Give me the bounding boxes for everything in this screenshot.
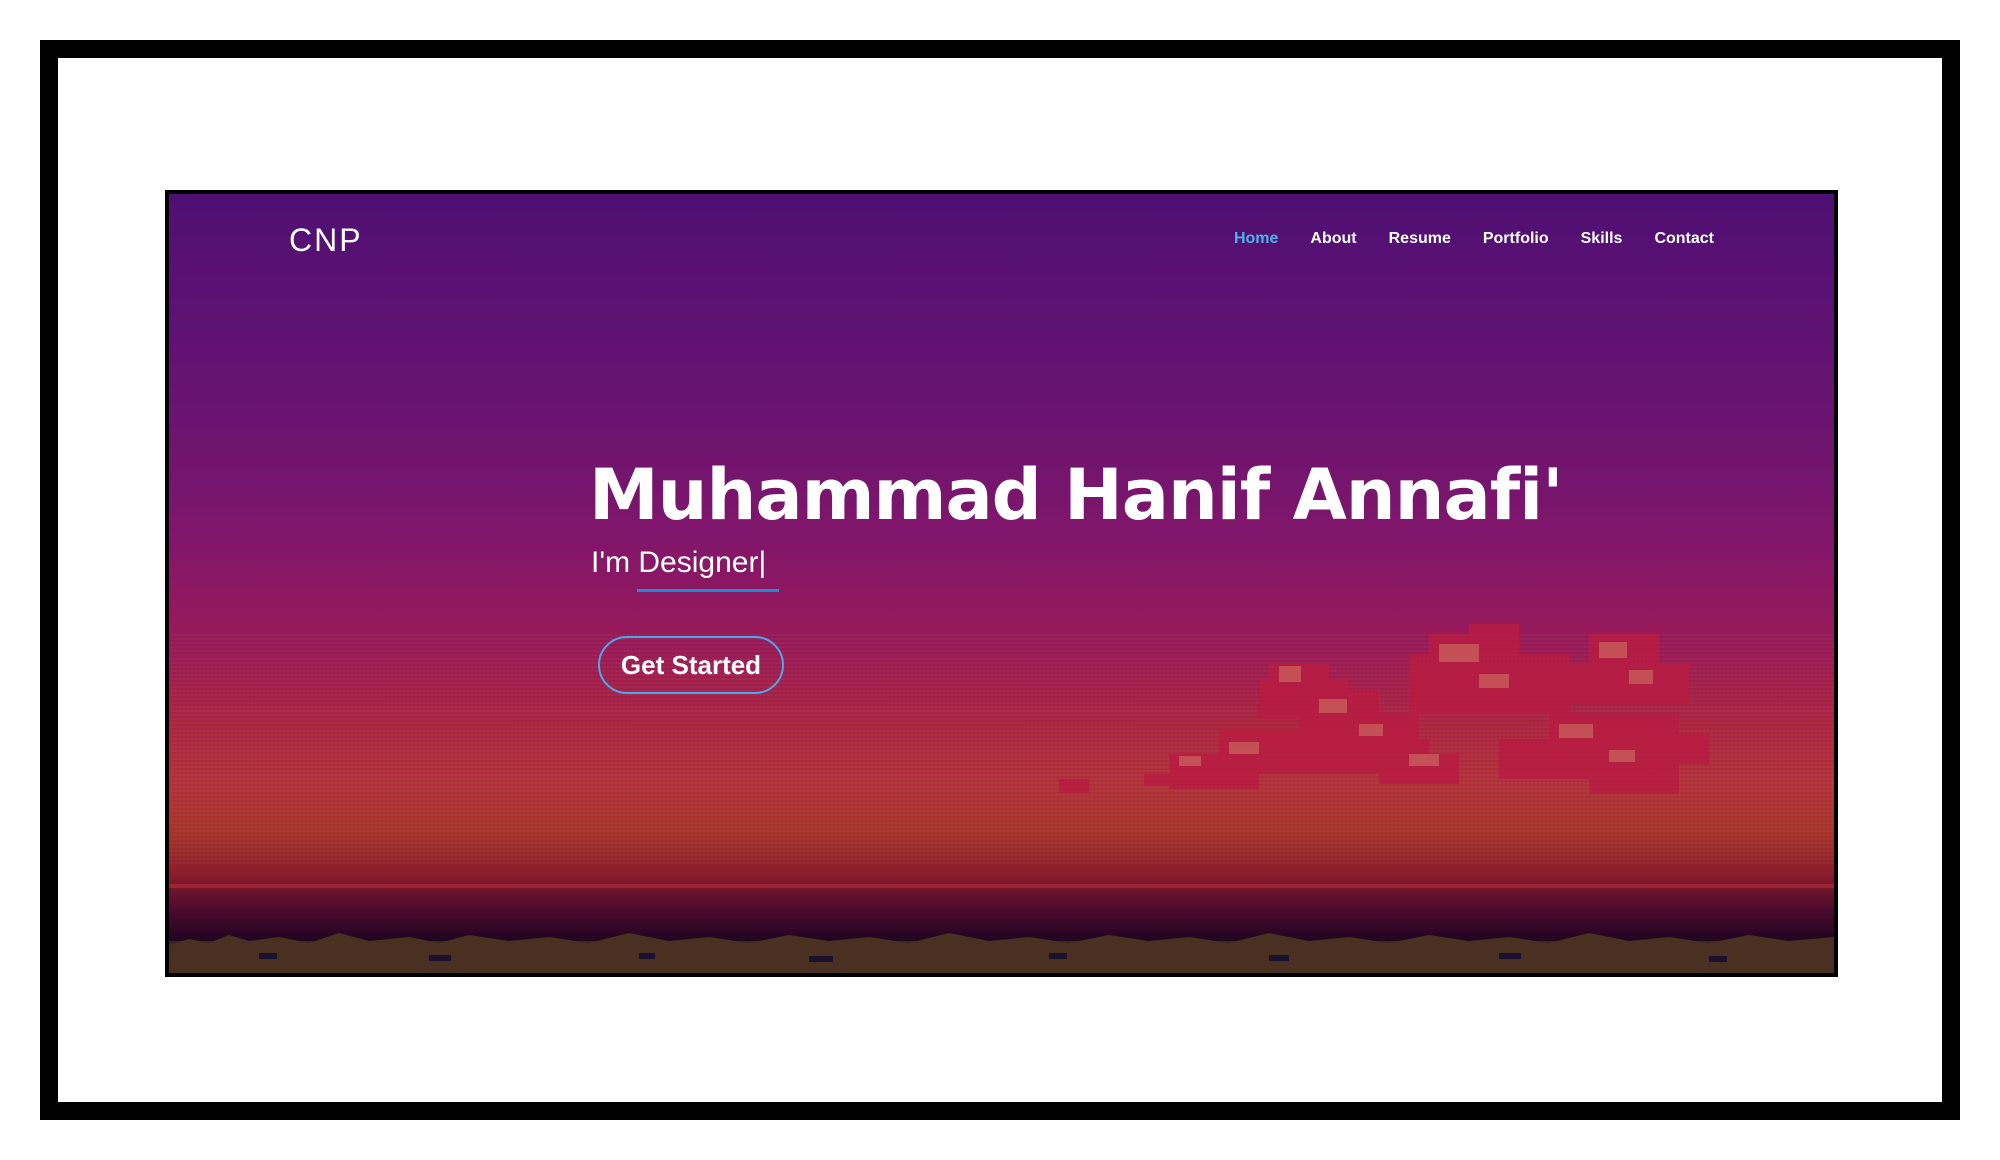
dither-texture — [169, 634, 1834, 864]
hero-name: Muhammad Hanif Annafi' — [589, 454, 1564, 536]
navbar: CNP Home About Resume Portfolio Skills C… — [169, 194, 1834, 294]
nav-item-skills[interactable]: Skills — [1581, 230, 1623, 248]
brand-logo[interactable]: CNP — [289, 222, 363, 259]
nav-item-home[interactable]: Home — [1234, 230, 1278, 248]
pixel-ground — [169, 933, 1834, 973]
nav-item-resume[interactable]: Resume — [1389, 230, 1451, 248]
role-underline — [637, 589, 779, 592]
horizon-line — [169, 884, 1834, 888]
hero-typed-role: I'm Designer| — [591, 546, 767, 579]
nav-item-contact[interactable]: Contact — [1654, 230, 1714, 248]
nav-menu: Home About Resume Portfolio Skills Conta… — [1234, 230, 1714, 248]
nav-item-about[interactable]: About — [1310, 230, 1356, 248]
get-started-button[interactable]: Get Started — [598, 636, 784, 694]
nav-item-portfolio[interactable]: Portfolio — [1483, 230, 1549, 248]
website-screenshot: CNP Home About Resume Portfolio Skills C… — [165, 190, 1838, 977]
